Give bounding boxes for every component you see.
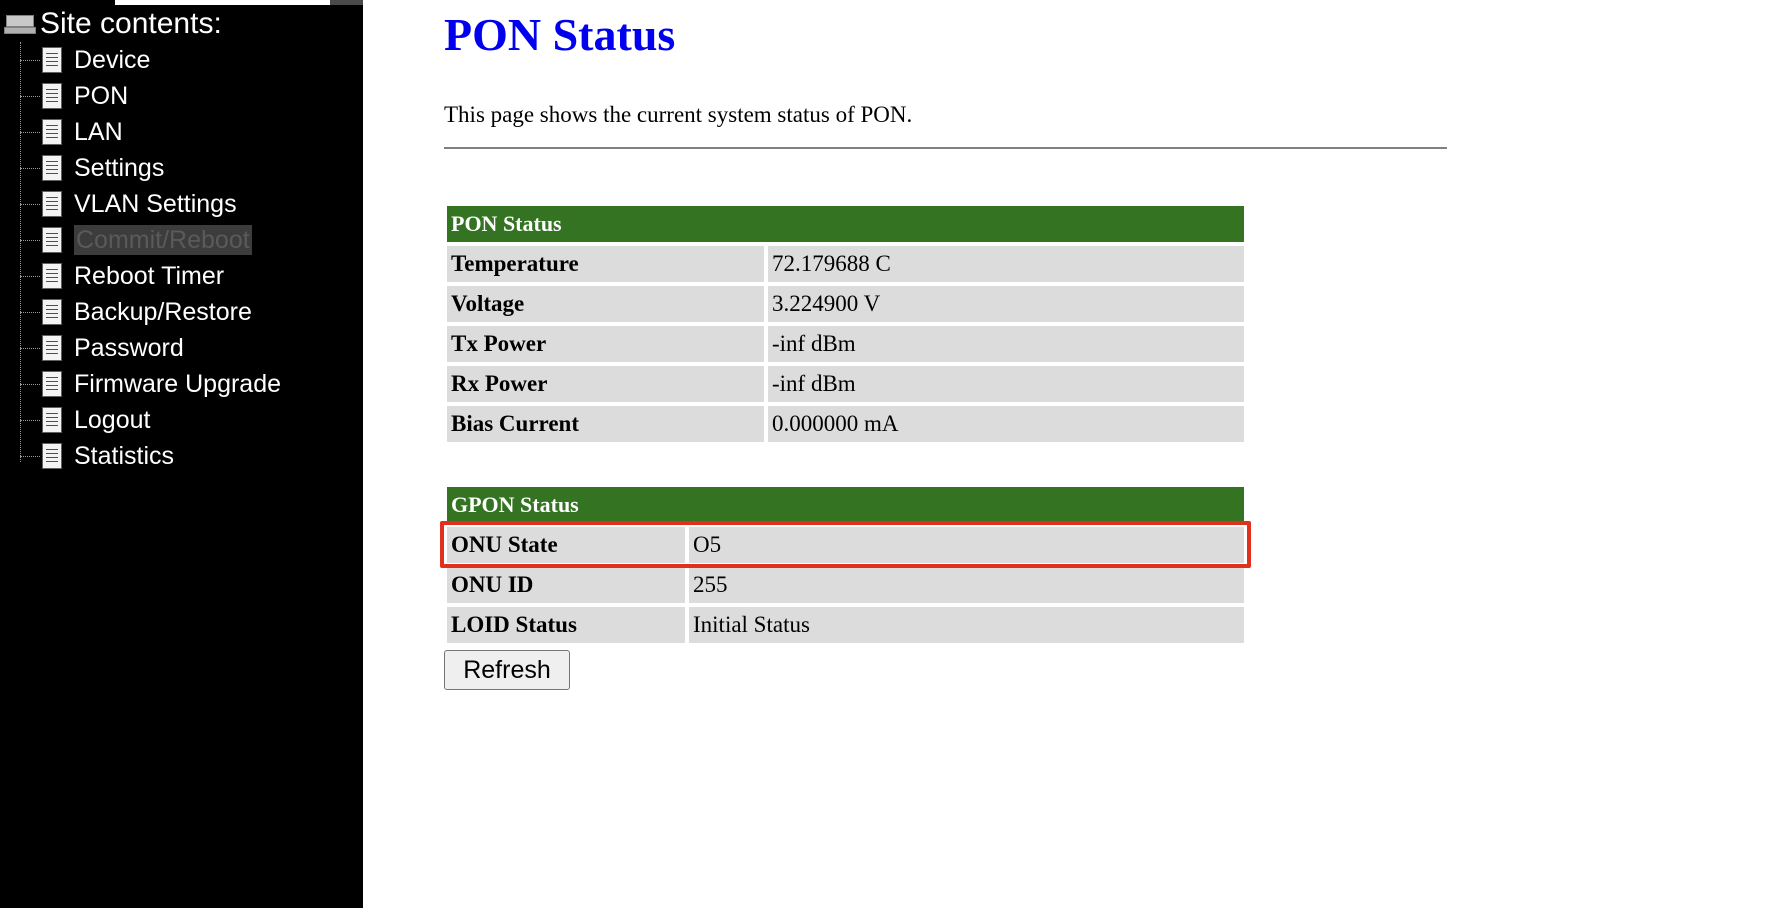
pon-status-table: PON Status Temperature 72.179688 C Volta… xyxy=(447,202,1244,446)
row-label: ONU State xyxy=(447,527,685,563)
sidebar-item-commit-reboot[interactable]: Commit/Reboot xyxy=(20,222,252,258)
sidebar-item-device[interactable]: Device xyxy=(20,42,150,78)
sidebar-item-backup-restore[interactable]: Backup/Restore xyxy=(20,294,252,330)
page-icon xyxy=(42,299,62,325)
refresh-button[interactable]: Refresh xyxy=(444,650,570,690)
divider xyxy=(444,147,1447,149)
row-value: -inf dBm xyxy=(764,326,1244,362)
row-value: 0.000000 mA xyxy=(764,406,1244,442)
page-icon xyxy=(42,227,62,253)
table-row: Temperature 72.179688 C xyxy=(447,246,1244,282)
page-icon xyxy=(42,407,62,433)
page-icon xyxy=(42,119,62,145)
row-label: Bias Current xyxy=(447,406,764,442)
sidebar: Site contents: Device PON LAN Settings V… xyxy=(0,0,363,908)
table-row: ONU ID 255 xyxy=(447,567,1244,603)
page-icon xyxy=(42,443,62,469)
sidebar-item-label[interactable]: Statistics xyxy=(74,441,174,471)
sidebar-item-password[interactable]: Password xyxy=(20,330,184,366)
table-row: Tx Power -inf dBm xyxy=(447,326,1244,362)
sidebar-item-label[interactable]: Device xyxy=(74,45,150,75)
row-label: Tx Power xyxy=(447,326,764,362)
sidebar-item-label[interactable]: PON xyxy=(74,81,128,111)
page-icon xyxy=(42,371,62,397)
sidebar-item-label[interactable]: Reboot Timer xyxy=(74,261,224,291)
page-title: PON Status xyxy=(444,9,676,60)
sidebar-item-label[interactable]: Password xyxy=(74,333,184,363)
table-row: Rx Power -inf dBm xyxy=(447,366,1244,402)
sidebar-top-strip xyxy=(115,0,330,5)
table-row: LOID Status Initial Status xyxy=(447,607,1244,643)
sidebar-item-label[interactable]: LAN xyxy=(74,117,123,147)
page-icon xyxy=(42,155,62,181)
row-label: Voltage xyxy=(447,286,764,322)
table-row: Voltage 3.224900 V xyxy=(447,286,1244,322)
table-header-row: PON Status xyxy=(447,206,1244,242)
sidebar-item-lan[interactable]: LAN xyxy=(20,114,123,150)
sidebar-item-label[interactable]: Firmware Upgrade xyxy=(74,369,281,399)
row-label: ONU ID xyxy=(447,567,685,603)
row-value: -inf dBm xyxy=(764,366,1244,402)
site-title: Site contents: xyxy=(40,7,222,40)
page-icon xyxy=(42,83,62,109)
sidebar-item-label[interactable]: Backup/Restore xyxy=(74,297,252,327)
row-value: O5 xyxy=(685,527,1244,563)
sidebar-item-label[interactable]: Settings xyxy=(74,153,164,183)
sidebar-item-pon[interactable]: PON xyxy=(20,78,128,114)
sidebar-item-settings[interactable]: Settings xyxy=(20,150,164,186)
sidebar-item-statistics[interactable]: Statistics xyxy=(20,438,174,474)
page-icon xyxy=(42,47,62,73)
page-icon xyxy=(42,191,62,217)
gpon-status-table: GPON Status ONU State O5 ONU ID 255 LOID… xyxy=(447,483,1244,647)
sidebar-item-firmware-upgrade[interactable]: Firmware Upgrade xyxy=(20,366,281,402)
gpon-status-header: GPON Status xyxy=(447,487,1244,523)
computer-icon xyxy=(4,13,36,35)
site-header: Site contents: xyxy=(4,6,222,42)
row-value: 255 xyxy=(685,567,1244,603)
sidebar-item-label[interactable]: Commit/Reboot xyxy=(74,225,252,255)
sidebar-top-strip-dark xyxy=(330,0,363,5)
row-label: Rx Power xyxy=(447,366,764,402)
row-value: Initial Status xyxy=(685,607,1244,643)
row-value: 72.179688 C xyxy=(764,246,1244,282)
sidebar-item-vlan-settings[interactable]: VLAN Settings xyxy=(20,186,237,222)
row-value: 3.224900 V xyxy=(764,286,1244,322)
table-row: Bias Current 0.000000 mA xyxy=(447,406,1244,442)
row-label: Temperature xyxy=(447,246,764,282)
page-icon xyxy=(42,335,62,361)
row-label: LOID Status xyxy=(447,607,685,643)
page-icon xyxy=(42,263,62,289)
pon-status-header: PON Status xyxy=(447,206,1244,242)
sidebar-item-label[interactable]: Logout xyxy=(74,405,150,435)
table-header-row: GPON Status xyxy=(447,487,1244,523)
sidebar-item-logout[interactable]: Logout xyxy=(20,402,150,438)
sidebar-item-reboot-timer[interactable]: Reboot Timer xyxy=(20,258,224,294)
table-row: ONU State O5 xyxy=(447,527,1244,563)
sidebar-item-label[interactable]: VLAN Settings xyxy=(74,189,237,219)
page-description: This page shows the current system statu… xyxy=(444,102,913,127)
